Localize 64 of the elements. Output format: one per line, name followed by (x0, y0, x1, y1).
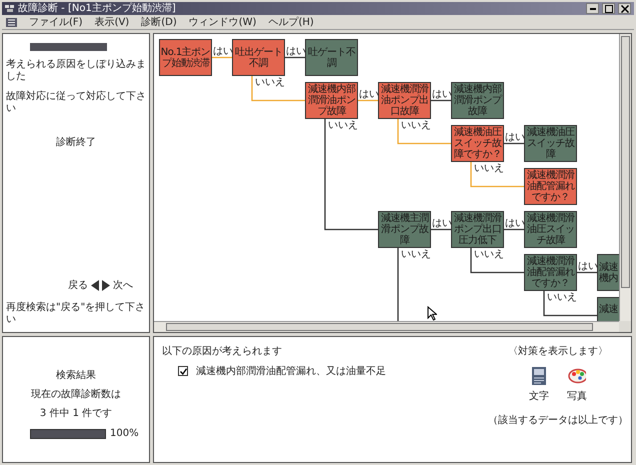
branch-label: いいえ (474, 163, 504, 174)
actions-heading: 〈対策を表示します〉 (508, 344, 608, 358)
results-text: 現在の故障診断数は (31, 388, 121, 401)
branch-label: いいえ (401, 249, 431, 260)
close-button[interactable] (618, 3, 631, 14)
minimize-icon (590, 8, 596, 10)
diagram-node[interactable]: 減速 (597, 297, 619, 321)
back-label: 戻る (68, 278, 88, 292)
back-button[interactable] (91, 280, 99, 290)
diagram-node[interactable]: 減速機潤滑ポンプ出口圧力低下 (451, 211, 504, 248)
palette-icon (568, 366, 586, 386)
branch-label: いいえ (401, 120, 431, 131)
hint-text: 再度検索は"戻る"を押して下さい (6, 302, 146, 326)
menu-item[interactable]: ウィンドウ(W) (188, 15, 256, 29)
menu-item[interactable]: ヘルプ(H) (268, 15, 314, 29)
app-icon (5, 4, 15, 13)
text-view-button[interactable]: 文字 (529, 366, 549, 403)
document-icon (530, 366, 548, 386)
window-title: 故障診断 - [No1主ポンプ始動渋滞] (18, 2, 177, 14)
diagram-node[interactable]: 減速機潤滑油配管漏れですか？ (524, 168, 577, 205)
branch-label: いいえ (328, 120, 358, 131)
menu-icon (6, 18, 17, 26)
branch-label: いいえ (474, 249, 504, 260)
branch-label: いいえ (255, 77, 285, 88)
diagram-node[interactable]: 減速機内 (597, 254, 619, 291)
next-label: 次へ (113, 279, 133, 292)
vertical-scrollbar[interactable] (619, 34, 631, 321)
diagram-node[interactable]: 吐ゲート不調 (305, 39, 358, 76)
left-triangle-icon (91, 280, 99, 290)
photo-view-button[interactable]: 写真 (567, 366, 587, 403)
results-count: 3 件中 1 件です (40, 406, 112, 420)
horizontal-scrollbar[interactable] (154, 321, 619, 332)
diagram-node[interactable]: 減速機内部潤滑油ポンプ故障 (305, 82, 358, 119)
guide-message: 考えられる原因をしぼり込みました (6, 59, 146, 83)
diagram-node[interactable]: 減速機主潤滑ポンプ故障 (378, 211, 431, 248)
guide-message: 故障対応に従って対応して下さい (6, 91, 146, 115)
diagram-node[interactable]: 減速機油圧スイッチ故障ですか？ (451, 125, 504, 162)
cursor-icon (427, 306, 437, 321)
cause-text: 減速機内部潤滑油配管漏れ、又は油量不足 (196, 364, 386, 378)
check-icon (180, 368, 186, 374)
diagram-node[interactable]: 減速機内部潤滑ポンプ故障 (451, 82, 504, 119)
menu-item[interactable]: ファイル(F) (29, 15, 83, 29)
checkbox[interactable] (178, 366, 188, 376)
scrollbar-corner (619, 321, 631, 332)
minimize-button[interactable] (586, 3, 599, 14)
causes-heading: 以下の原因が考えられます (162, 344, 283, 358)
maximize-icon (604, 4, 612, 12)
branch-label: いいえ (547, 292, 577, 303)
progress-reading: 100% (110, 428, 139, 439)
right-triangle-icon (102, 280, 110, 290)
diagram-node[interactable]: 減速機潤滑油圧スイッチ故障 (524, 211, 577, 248)
maximize-button[interactable] (602, 3, 615, 14)
menu-item[interactable]: 表示(V) (94, 15, 130, 29)
next-button[interactable] (102, 280, 110, 290)
diagram-node[interactable]: 減速機油圧スイッチ故障 (524, 125, 577, 162)
diagram-node[interactable]: No.1主ポンプ始動渋滞 (159, 39, 212, 76)
diagram-node[interactable]: 減速機潤滑油配管漏れですか？ (524, 254, 577, 291)
menu-item[interactable]: 診断(D) (141, 15, 177, 29)
diagram-node[interactable]: 吐出ゲート不調 (232, 39, 285, 76)
diagram-node[interactable]: 減速機潤滑油ポンプ出口故障 (378, 82, 431, 119)
close-icon (620, 4, 628, 12)
results-title: 検索結果 (56, 368, 96, 382)
data-note: （該当するデータは以上です） (488, 414, 628, 427)
status-text: 診断終了 (55, 136, 97, 149)
